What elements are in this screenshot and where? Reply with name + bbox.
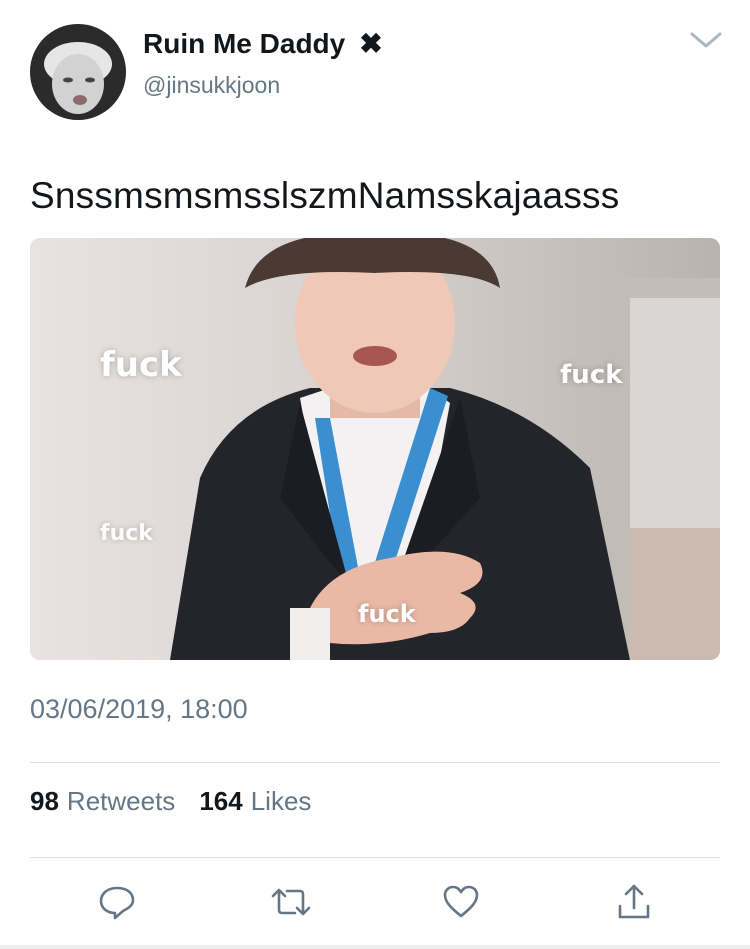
tweet-text: SnssmsmsmsslszmNamsskajaasss bbox=[30, 175, 620, 216]
bottom-edge bbox=[0, 945, 750, 949]
likes-label[interactable]: Likes bbox=[251, 786, 312, 817]
tweet-timestamp[interactable]: 03/06/2019, 18:00 bbox=[30, 694, 248, 725]
tweet-action-bar bbox=[0, 880, 750, 924]
overlay-text-2: fuck bbox=[560, 360, 623, 390]
retweets-label[interactable]: Retweets bbox=[67, 786, 175, 817]
overlay-text-4: fuck bbox=[358, 600, 416, 628]
tweet-media-image[interactable]: fuck fuck fuck fuck bbox=[30, 238, 720, 660]
retweet-icon[interactable] bbox=[269, 880, 313, 924]
like-icon[interactable] bbox=[441, 880, 481, 924]
chevron-down-icon[interactable] bbox=[688, 28, 724, 52]
x-mark-icon: ✖ bbox=[359, 28, 383, 59]
retweets-count[interactable]: 98 bbox=[30, 786, 59, 817]
display-name[interactable]: Ruin Me Daddy ✖ bbox=[143, 28, 383, 60]
overlay-text-1: fuck bbox=[100, 345, 182, 385]
tweet-stats: 98 Retweets 164 Likes bbox=[30, 786, 311, 817]
avatar[interactable] bbox=[30, 24, 126, 120]
likes-count[interactable]: 164 bbox=[199, 786, 242, 817]
display-name-text[interactable]: Ruin Me Daddy bbox=[143, 28, 345, 60]
share-icon[interactable] bbox=[614, 880, 654, 924]
overlay-text-3: fuck bbox=[100, 521, 153, 546]
media-photo bbox=[30, 238, 720, 660]
reply-icon[interactable] bbox=[97, 880, 137, 924]
divider bbox=[30, 857, 720, 858]
user-handle[interactable]: @jinsukkjoon bbox=[143, 72, 280, 99]
divider bbox=[30, 762, 720, 763]
